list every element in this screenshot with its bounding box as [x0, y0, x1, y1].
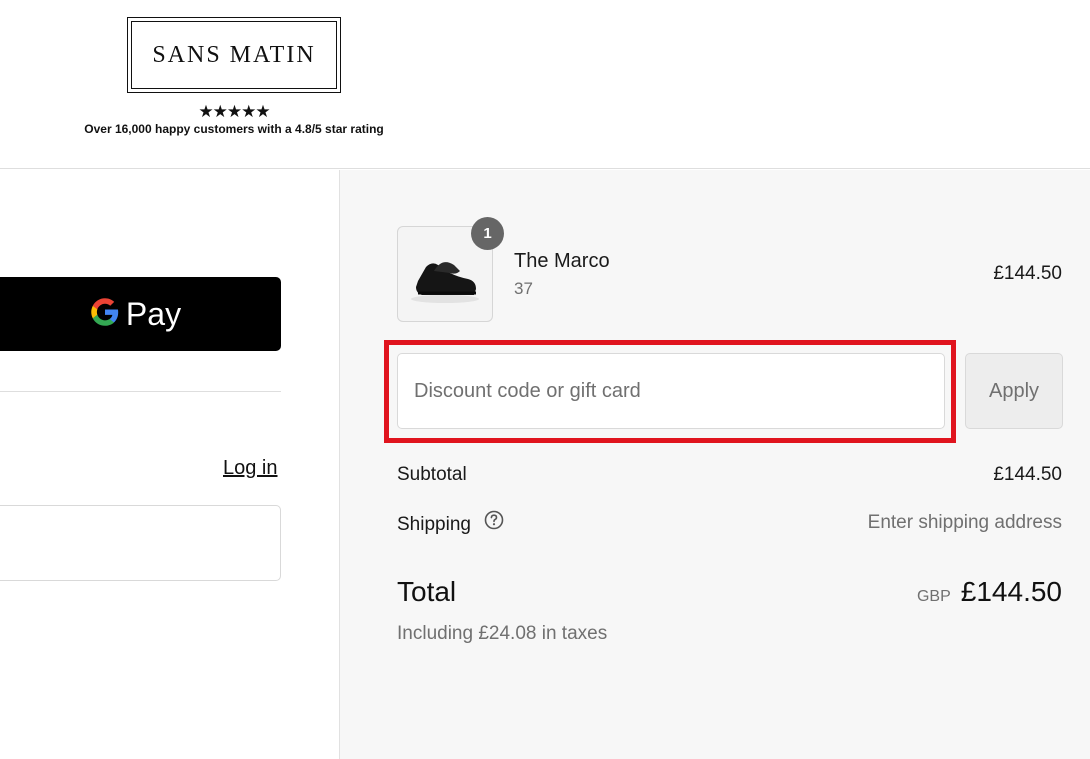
contact-email-field[interactable] [0, 505, 281, 581]
subtotal-label: Subtotal [397, 464, 467, 485]
help-circle-icon[interactable] [484, 510, 504, 536]
total-amount: £144.50 [960, 576, 1062, 607]
product-name: The Marco [514, 250, 610, 272]
shipping-row: Shipping [397, 510, 504, 538]
express-divider [0, 391, 281, 392]
apply-discount-button[interactable]: Apply [965, 353, 1063, 429]
brand-name: SANS MATIN [152, 41, 316, 68]
product-thumbnail: 1 [397, 217, 504, 322]
shipping-value: Enter shipping address [867, 512, 1062, 533]
total-label: Total [397, 576, 457, 607]
rating-tagline: Over 16,000 happy customers with a 4.8/5… [84, 122, 384, 136]
google-pay-button[interactable]: Pay [0, 277, 281, 351]
site-header: SANS MATIN ★★★★★ Over 16,000 happy custo… [0, 0, 1090, 169]
subtotal-value: £144.50 [993, 464, 1062, 485]
brand-logo[interactable]: SANS MATIN [127, 17, 341, 93]
google-g-icon [90, 297, 120, 332]
total-amount-group: GBP £144.50 [917, 576, 1062, 608]
taxes-note: Including £24.08 in taxes [397, 623, 608, 644]
order-summary: 1 The Marco 37 £144.50 Apply Subtotal £1… [339, 170, 1090, 759]
quantity-badge: 1 [471, 217, 504, 250]
login-link[interactable]: Log in [223, 457, 278, 480]
product-price: £144.50 [993, 263, 1062, 284]
rating-stars: ★★★★★ [198, 102, 270, 121]
product-variant: 37 [514, 279, 533, 298]
google-pay-label: Pay [125, 295, 182, 332]
discount-code-input[interactable] [397, 353, 945, 429]
shipping-label: Shipping [397, 514, 471, 536]
checkout-main: Pay Log in [0, 170, 339, 759]
currency-code: GBP [916, 588, 951, 605]
brand-logo-inner: SANS MATIN [131, 21, 337, 89]
